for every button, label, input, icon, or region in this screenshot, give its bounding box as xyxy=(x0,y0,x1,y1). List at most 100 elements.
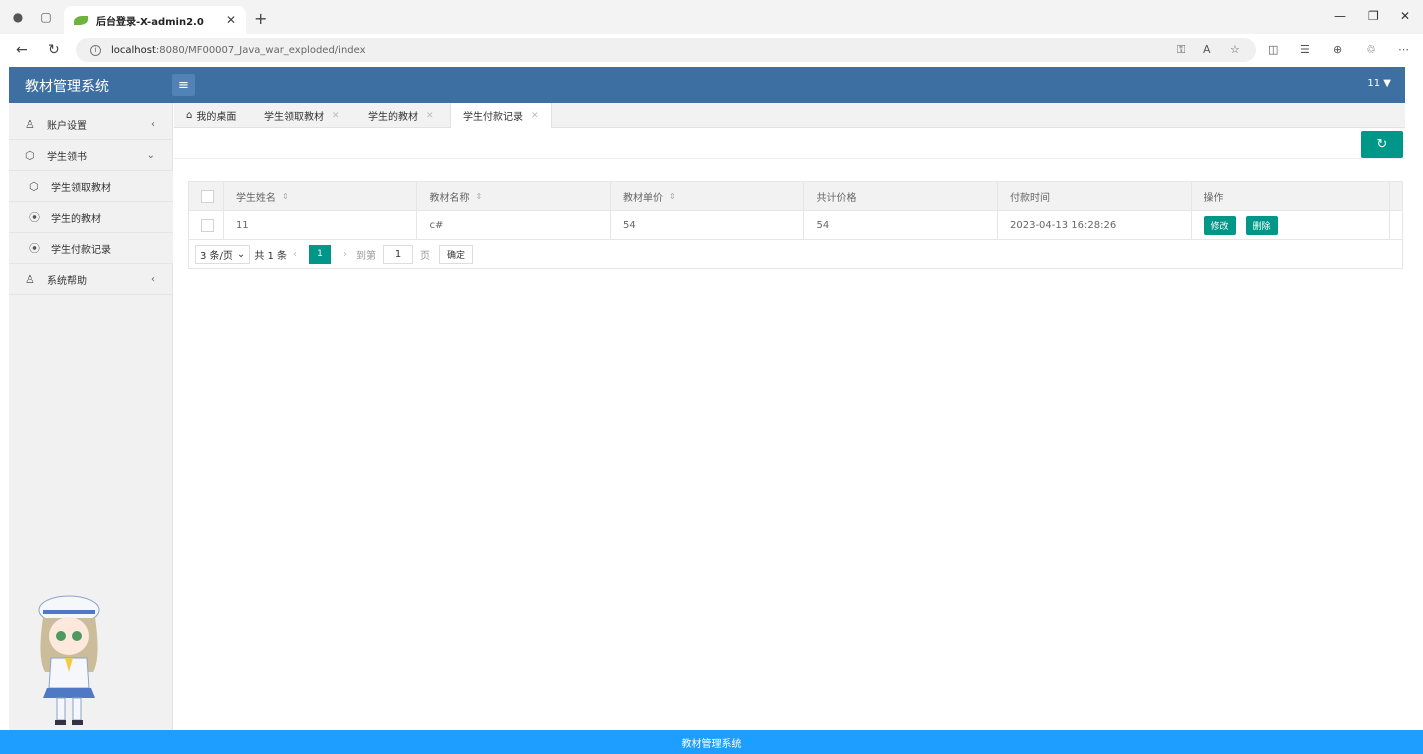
favorite-icon[interactable]: ☆ xyxy=(1230,43,1240,56)
read-aloud-icon[interactable]: A xyxy=(1203,43,1211,56)
sidebar-item-student-books[interactable]: ⬡ 学生领书 ⌄ xyxy=(9,140,173,171)
reload-icon[interactable]: ↻ xyxy=(48,42,60,58)
pagination: 3 条/页 ⌄ 共 1 条 ‹ 1 › 到第 1 页 确定 xyxy=(189,240,1402,268)
user-menu[interactable]: 11 ▼ xyxy=(1367,78,1391,89)
chevron-down-icon: ⌄ xyxy=(236,248,246,260)
chevron-left-icon: ‹ xyxy=(151,118,155,130)
address-bar[interactable]: i localhost :8080/MF00007_Java_war_explo… xyxy=(76,38,1256,62)
row-checkbox[interactable] xyxy=(201,218,214,232)
table-row: 11 c# 54 54 2023-04-13 16:28:26 修改 删除 xyxy=(189,210,1402,240)
refresh-icon: ↻ xyxy=(1376,137,1388,152)
url-path: :8080/MF00007_Java_war_exploded/index xyxy=(155,44,366,56)
collections-icon[interactable]: ⊕ xyxy=(1333,43,1342,56)
sidebar-item-label: 学生领取教材 xyxy=(51,182,111,194)
total-count: 共 1 条 xyxy=(254,250,288,262)
content-tabs: ⌂ 我的桌面 学生领取教材 ✕ 学生的教材 ✕ 学生付款记录 ✕ xyxy=(174,103,1405,128)
circle-icon: ⦿ xyxy=(29,211,40,224)
cell-book: c# xyxy=(417,210,611,240)
column-header-actions: 操作 xyxy=(1192,181,1391,211)
page-unit-label: 页 xyxy=(420,250,431,262)
browser-tabbar: ● ▢ 后台登录-X-admin2.0 ✕ + — ❐ ✕ xyxy=(0,0,1423,34)
sidebar-item-help[interactable]: ♙ 系统帮助 ‹ xyxy=(9,264,173,295)
sort-icon[interactable]: ⇕ xyxy=(669,192,676,201)
current-page[interactable]: 1 xyxy=(309,244,332,264)
sort-icon[interactable]: ⇕ xyxy=(475,192,482,201)
payments-table: 学生姓名 ⇕ 教材名称 ⇕ 教材单价 ⇕ 共计价格 付款时间 操作 11 c# 54 … xyxy=(188,181,1403,269)
address-bar-row: ← ↻ i localhost :8080/MF00007_Java_war_e… xyxy=(0,34,1423,66)
app-footer: 教材管理系统 xyxy=(0,730,1423,754)
goto-label: 到第 xyxy=(356,250,377,262)
circle-icon: ⦿ xyxy=(29,242,40,255)
cell-price: 54 xyxy=(611,210,805,240)
browser-tab-title: 后台登录-X-admin2.0 xyxy=(96,16,204,28)
tab-payments[interactable]: 学生付款记录 ✕ xyxy=(450,103,552,128)
tab-label: 学生的教材 xyxy=(368,112,418,123)
goto-confirm-button[interactable]: 确定 xyxy=(439,244,474,264)
cell-name: 11 xyxy=(224,210,418,240)
more-icon[interactable]: ⋯ xyxy=(1398,43,1409,56)
next-page-icon[interactable]: › xyxy=(343,249,347,260)
column-header-name[interactable]: 学生姓名 ⇕ xyxy=(224,181,418,211)
menu-toggle-icon[interactable]: ≡ xyxy=(172,74,195,96)
sidebar-item-label: 学生的教材 xyxy=(51,213,101,225)
select-all-checkbox[interactable] xyxy=(201,189,214,203)
sidebar-item-account[interactable]: ♙ 账户设置 ‹ xyxy=(9,109,173,140)
extensions-icon[interactable]: ♲ xyxy=(1366,43,1376,56)
tab-receive-books[interactable]: 学生领取教材 ✕ xyxy=(252,103,352,128)
row-select-cell xyxy=(189,210,224,240)
select-all-cell xyxy=(189,181,224,211)
restore-icon[interactable]: ❐ xyxy=(1368,9,1379,23)
prev-page-icon[interactable]: ‹ xyxy=(293,249,297,260)
minimize-icon[interactable]: — xyxy=(1334,9,1346,23)
url-host: localhost xyxy=(111,44,156,56)
goto-page-input[interactable]: 1 xyxy=(383,244,414,264)
column-header-total: 共计价格 xyxy=(804,181,998,211)
browser-tab[interactable]: 后台登录-X-admin2.0 ✕ xyxy=(64,6,246,34)
tab-actions-icon[interactable]: ▢ xyxy=(38,9,54,25)
delete-button[interactable]: 删除 xyxy=(1245,215,1278,235)
back-icon[interactable]: ← xyxy=(16,42,28,58)
sort-icon[interactable]: ⇕ xyxy=(282,192,289,201)
refresh-button[interactable]: ↻ xyxy=(1361,131,1403,158)
sidebar: ♙ 账户设置 ‹ ⬡ 学生领书 ⌄ ⬡ 学生领取教材 ⦿ 学生的教材 ⦿ 学生付… xyxy=(9,103,173,730)
chevron-left-icon: ‹ xyxy=(151,273,155,285)
cell-actions: 修改 删除 xyxy=(1192,210,1391,240)
column-header-book[interactable]: 教材名称 ⇕ xyxy=(417,181,611,211)
split-screen-icon[interactable]: ◫ xyxy=(1268,43,1278,56)
content-toolbar: ↻ xyxy=(174,129,1405,159)
new-tab-icon[interactable]: + xyxy=(254,9,267,28)
edit-button[interactable]: 修改 xyxy=(1203,215,1236,235)
close-window-icon[interactable]: ✕ xyxy=(1400,9,1410,23)
column-header-time: 付款时间 xyxy=(998,181,1192,211)
header-label: 付款时间 xyxy=(1010,192,1050,204)
cell-time: 2023-04-13 16:28:26 xyxy=(998,210,1192,240)
browser-chrome: ● ▢ 后台登录-X-admin2.0 ✕ + — ❐ ✕ ← ↻ i loca… xyxy=(0,0,1423,66)
profile-icon[interactable]: ● xyxy=(10,9,26,25)
close-icon[interactable]: ✕ xyxy=(332,111,340,121)
site-info-icon[interactable]: i xyxy=(90,44,101,56)
page-size-select[interactable]: 3 条/页 ⌄ xyxy=(195,244,251,264)
sidebar-item-label: 学生付款记录 xyxy=(51,244,111,256)
favorites-list-icon[interactable]: ☰ xyxy=(1300,43,1310,56)
sidebar-item-receive-books[interactable]: ⬡ 学生领取教材 xyxy=(9,171,173,202)
home-icon: ⌂ xyxy=(186,110,193,121)
sidebar-item-label: 学生领书 xyxy=(47,151,87,163)
header-label: 共计价格 xyxy=(816,192,857,204)
tab-label: 我的桌面 xyxy=(196,112,237,123)
close-tab-icon[interactable]: ✕ xyxy=(226,13,236,27)
key-icon[interactable]: ⚿ xyxy=(1177,43,1185,57)
header-spacer xyxy=(1390,182,1402,211)
sidebar-item-label: 系统帮助 xyxy=(47,275,87,287)
cell-total: 54 xyxy=(804,210,998,240)
tab-label: 学生付款记录 xyxy=(463,112,523,123)
user-name: 11 xyxy=(1367,78,1381,89)
tab-home[interactable]: ⌂ 我的桌面 xyxy=(174,103,248,128)
sidebar-item-my-books[interactable]: ⦿ 学生的教材 xyxy=(9,202,173,233)
sidebar-item-payments[interactable]: ⦿ 学生付款记录 xyxy=(9,233,173,264)
column-header-price[interactable]: 教材单价 ⇕ xyxy=(611,181,805,211)
close-icon[interactable]: ✕ xyxy=(531,111,539,121)
tab-my-books[interactable]: 学生的教材 ✕ xyxy=(356,103,446,128)
close-icon[interactable]: ✕ xyxy=(426,111,434,121)
page-size-value: 3 条/页 xyxy=(200,250,233,262)
row-spacer xyxy=(1390,211,1402,240)
